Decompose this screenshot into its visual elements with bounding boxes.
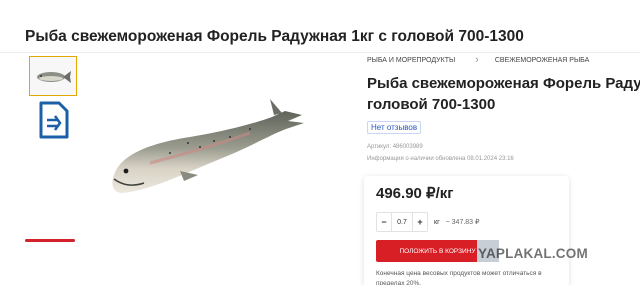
- chevron-right-icon: ›: [475, 54, 479, 66]
- gallery-thumbnail-fish[interactable]: [29, 56, 77, 96]
- document-arrow-icon: [39, 101, 69, 139]
- product-title: Рыба свежемороженая Форель Радужная 1кг …: [367, 73, 640, 115]
- product-title-line-2: головой 700-1300: [367, 96, 496, 113]
- watermark: YAPLAKAL.COM: [478, 246, 588, 261]
- product-title-line-1: Рыба свежемороженая Форель Радужная 1кг …: [367, 75, 640, 92]
- availability-info: Информация о наличии обновлена 08.01.202…: [367, 156, 514, 162]
- increase-quantity-button[interactable]: +: [413, 213, 427, 231]
- product-image-trout: [112, 99, 304, 193]
- approx-total: ~ 347.83 ₽: [445, 219, 480, 226]
- quantity-unit: кг: [434, 218, 440, 226]
- gallery-thumbnail-document[interactable]: [37, 101, 71, 139]
- fish-thumbnail-icon: [37, 71, 71, 83]
- weight-price-note: Конечная цена весовых продуктов может от…: [376, 270, 542, 285]
- title-divider: [0, 52, 640, 53]
- quantity-stepper: − 0.7 + кг ~ 347.83 ₽: [376, 212, 480, 232]
- breadcrumb-frozen-fish[interactable]: СВЕЖЕМОРОЖЕНАЯ РЫБА: [495, 57, 589, 64]
- reviews-link[interactable]: Нет отзывов: [367, 121, 422, 134]
- buy-card: 496.90 ₽/кг − 0.7 + кг ~ 347.83 ₽ ПОЛОЖИ…: [364, 176, 569, 285]
- article-number: Артикул: 486003989: [367, 144, 423, 150]
- breadcrumb: РЫБА И МОРЕПРОДУКТЫ › СВЕЖЕМОРОЖЕНАЯ РЫБ…: [367, 54, 589, 66]
- price: 496.90 ₽/кг: [376, 185, 454, 202]
- gallery-active-indicator: [25, 239, 75, 242]
- quantity-value[interactable]: 0.7: [391, 213, 413, 231]
- breadcrumb-fish-seafood[interactable]: РЫБА И МОРЕПРОДУКТЫ: [367, 57, 455, 64]
- page-title: Рыба свежемороженая Форель Радужная 1кг …: [25, 28, 524, 45]
- decrease-quantity-button[interactable]: −: [377, 213, 391, 231]
